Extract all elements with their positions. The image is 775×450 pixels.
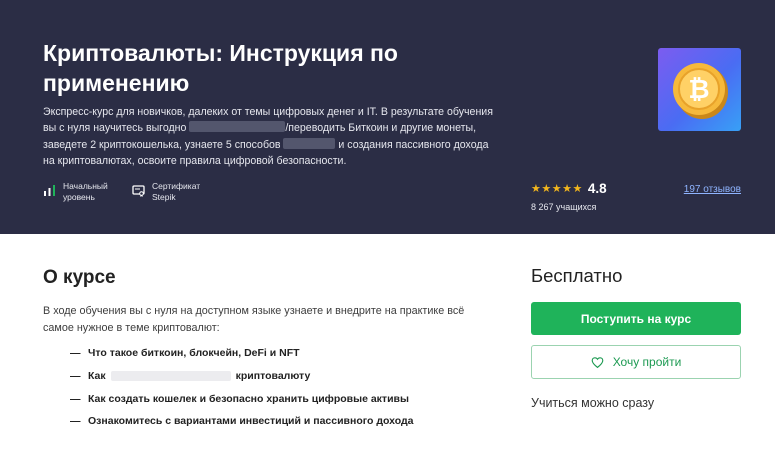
- reviews-link[interactable]: 197 отзывов: [684, 184, 741, 195]
- list-item: — Как криптовалюту: [70, 365, 414, 388]
- course-rating: ★★★★★ 4.8: [531, 181, 607, 196]
- list-item-text: Ознакомитесь с вариантами инвестиций и п…: [88, 415, 414, 428]
- dash-icon: —: [70, 415, 81, 428]
- list-item-text: Как создать кошелек и безопасно хранить …: [88, 392, 409, 405]
- list-item: — Как создать кошелек и безопасно хранить…: [70, 387, 414, 410]
- enroll-button[interactable]: Поступить на курс: [531, 302, 741, 335]
- dash-icon: —: [70, 370, 81, 383]
- rating-stars: ★★★★★: [531, 183, 583, 195]
- rating-value: 4.8: [587, 181, 607, 196]
- heart-icon: [591, 356, 604, 368]
- svg-text:₿: ₿: [688, 75, 709, 105]
- wishlist-label: Хочу пройти: [612, 355, 682, 369]
- certificate-icon: [132, 185, 145, 197]
- learners-count: 8 267 учащихся: [531, 202, 597, 212]
- about-title: О курсе: [43, 267, 116, 288]
- course-cover: ₿: [658, 48, 741, 131]
- list-item-text: криптовалюту: [235, 370, 311, 383]
- learning-outcomes-list: — Что такое биткоин, блокчейн, DeFi и NFT…: [70, 342, 414, 433]
- certificate-label: Сертификат Stepik: [152, 181, 201, 202]
- level-label: Начальный уровень: [63, 181, 108, 202]
- bitcoin-coin-icon: ₿: [673, 63, 728, 119]
- redacted-text: [110, 371, 231, 382]
- list-item-text: Как: [88, 370, 106, 383]
- course-description: Экспресс-курс для новичков, далеких от т…: [43, 104, 498, 169]
- level-bars-icon: [44, 185, 55, 196]
- certificate-info: Сертификат Stepik: [132, 181, 200, 202]
- redacted-text: [189, 121, 286, 133]
- about-description: В ходе обучения вы с нуля на доступном я…: [43, 305, 465, 334]
- list-item: — Ознакомитесь с вариантами инвестиций и …: [70, 410, 414, 433]
- price-label: Бесплатно: [531, 265, 623, 286]
- level-info: Начальный уровень: [43, 181, 108, 202]
- redacted-text: [283, 137, 336, 149]
- dash-icon: —: [70, 392, 81, 405]
- list-item-text: Что такое биткоин, блокчейн, DeFi и NFT: [88, 347, 300, 360]
- course-title: Криптовалюты: Инструкция по применению: [43, 40, 398, 96]
- dash-icon: —: [70, 347, 81, 360]
- course-header: Криптовалюты: Инструкция по применению Э…: [0, 0, 775, 234]
- start-note: Учиться можно сразу: [531, 396, 655, 410]
- wishlist-button[interactable]: Хочу пройти: [531, 345, 741, 379]
- list-item: — Что такое биткоин, блокчейн, DeFi и NFT: [70, 342, 414, 365]
